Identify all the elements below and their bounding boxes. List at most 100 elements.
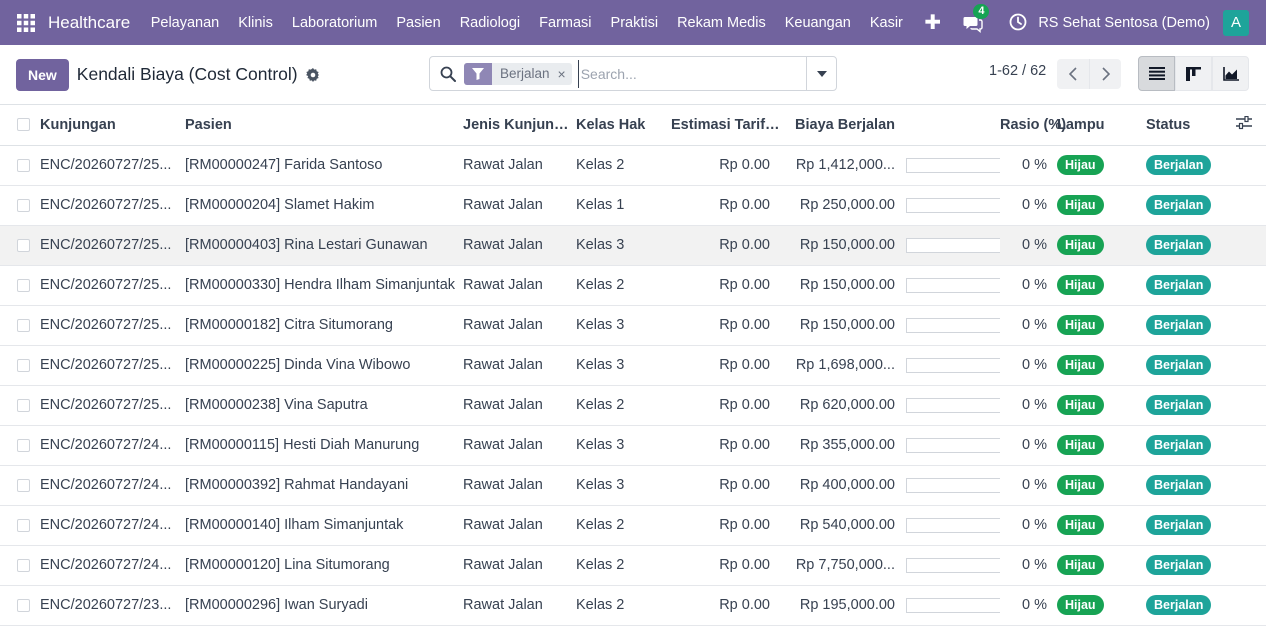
cell-progress <box>897 225 1000 266</box>
user-avatar[interactable]: A <box>1223 9 1249 36</box>
search-input[interactable] <box>577 59 806 88</box>
header-biaya-berjalan[interactable]: Biaya Berjalan <box>780 105 897 146</box>
clock-icon[interactable] <box>1009 13 1029 33</box>
gear-icon[interactable] <box>305 67 320 82</box>
menu-item-pelayanan[interactable]: Pelayanan <box>141 15 229 31</box>
cell-estimasi-tarif: Rp 0.00 <box>665 265 780 306</box>
chevron-down-icon[interactable] <box>806 57 836 90</box>
apps-grid-icon[interactable] <box>12 9 40 37</box>
menu-item-farmasi[interactable]: Farmasi <box>530 15 601 31</box>
select-all-checkbox[interactable] <box>0 105 40 146</box>
cell-kelas-hak: Kelas 2 <box>576 385 665 426</box>
chat-count-badge: 4 <box>973 3 990 19</box>
row-checkbox[interactable] <box>0 425 40 466</box>
cell-estimasi-tarif: Rp 0.00 <box>665 465 780 506</box>
chevron-left-icon[interactable] <box>1057 59 1089 89</box>
table-row[interactable]: ENC/20260727/25... [RM00000247] Farida Sa… <box>0 145 1266 186</box>
row-checkbox[interactable] <box>0 305 40 346</box>
menu-item-keuangan[interactable]: Keuangan <box>775 15 860 31</box>
progress-bar <box>906 357 1000 373</box>
status-badge: Berjalan <box>1146 315 1212 335</box>
cell-jenis-kunjungan: Rawat Jalan <box>463 265 576 306</box>
cell-kunjungan: ENC/20260727/25... <box>40 385 185 426</box>
control-panel: New Kendali Biaya (Cost Control) Berjala… <box>0 45 1266 105</box>
cell-estimasi-tarif: Rp 0.00 <box>665 185 780 226</box>
row-checkbox[interactable] <box>0 145 40 186</box>
header-rasio[interactable]: Rasio (%) <box>1000 105 1066 146</box>
pager-value[interactable]: 1-62 / 62 <box>989 63 1046 79</box>
header-kunjungan[interactable]: Kunjungan <box>40 105 185 146</box>
cell-progress <box>897 425 1000 466</box>
header-estimasi-tarif[interactable]: Estimasi Tarif INA-CBG <box>665 105 780 146</box>
company-switcher[interactable]: RS Sehat Sentosa (Demo) <box>1038 15 1210 31</box>
header-kelas-hak[interactable]: Kelas Hak <box>576 105 665 146</box>
list-view-icon[interactable] <box>1138 56 1175 91</box>
cell-lampu: Hijau <box>1057 265 1146 306</box>
table-row[interactable]: ENC/20260727/24... [RM00000115] Hesti Dia… <box>0 425 1266 466</box>
cell-lampu: Hijau <box>1057 465 1146 506</box>
row-checkbox[interactable] <box>0 505 40 546</box>
cell-kunjungan: ENC/20260727/23... <box>40 585 185 626</box>
new-button[interactable]: New <box>16 58 69 91</box>
cell-status: Berjalan <box>1146 185 1236 226</box>
table-header-row: Kunjungan Pasien Jenis Kunjungan Kelas H… <box>0 105 1266 146</box>
menu-item-kasir[interactable]: Kasir <box>860 15 912 31</box>
cell-jenis-kunjungan: Rawat Jalan <box>463 145 576 186</box>
menu-item-klinis[interactable]: Klinis <box>229 15 283 31</box>
kanban-view-icon[interactable] <box>1175 56 1212 91</box>
table-row[interactable]: ENC/20260727/23... [RM00000296] Iwan Sury… <box>0 585 1266 626</box>
cell-kunjungan: ENC/20260727/25... <box>40 265 185 306</box>
table-row[interactable]: ENC/20260727/24... [RM00000392] Rahmat Ha… <box>0 465 1266 506</box>
header-lampu[interactable]: Lampu <box>1057 105 1146 146</box>
chevron-right-icon[interactable] <box>1089 59 1121 89</box>
cell-kunjungan: ENC/20260727/24... <box>40 465 185 506</box>
app-brand[interactable]: Healthcare <box>48 13 130 33</box>
close-icon[interactable]: × <box>558 66 572 82</box>
lampu-badge: Hijau <box>1057 595 1104 615</box>
cell-biaya-berjalan: Rp 620,000.00 <box>780 385 897 426</box>
cell-lampu: Hijau <box>1057 185 1146 226</box>
row-checkbox[interactable] <box>0 265 40 306</box>
row-checkbox[interactable] <box>0 545 40 586</box>
cell-rasio: 0 % <box>1000 465 1057 506</box>
cell-estimasi-tarif: Rp 0.00 <box>665 305 780 346</box>
table-row[interactable]: ENC/20260727/24... [RM00000140] Ilham Sim… <box>0 505 1266 546</box>
menu-item-praktisi[interactable]: Praktisi <box>601 15 668 31</box>
table-row[interactable]: ENC/20260727/25... [RM00000225] Dinda Vin… <box>0 345 1266 386</box>
plus-icon[interactable]: ✚ <box>914 10 951 35</box>
table-row[interactable]: ENC/20260727/24... [RM00000120] Lina Situ… <box>0 545 1266 586</box>
cell-status: Berjalan <box>1146 505 1236 546</box>
cell-jenis-kunjungan: Rawat Jalan <box>463 425 576 466</box>
cell-progress <box>897 305 1000 346</box>
row-checkbox[interactable] <box>0 585 40 626</box>
filter-facet[interactable]: Berjalan × <box>464 62 572 85</box>
menu-item-rekam-medis[interactable]: Rekam Medis <box>668 15 776 31</box>
row-checkbox[interactable] <box>0 345 40 386</box>
cell-status: Berjalan <box>1146 385 1236 426</box>
table-row[interactable]: ENC/20260727/25... [RM00000238] Vina Sapu… <box>0 385 1266 426</box>
cell-empty <box>1236 585 1266 626</box>
menu-item-radiologi[interactable]: Radiologi <box>450 15 529 31</box>
status-badge: Berjalan <box>1146 475 1212 495</box>
menu-item-laboratorium[interactable]: Laboratorium <box>282 15 386 31</box>
header-status[interactable]: Status <box>1146 105 1236 146</box>
table-row[interactable]: ENC/20260727/25... [RM00000204] Slamet Ha… <box>0 185 1266 226</box>
row-checkbox[interactable] <box>0 225 40 266</box>
cell-kunjungan: ENC/20260727/25... <box>40 225 185 266</box>
cell-jenis-kunjungan: Rawat Jalan <box>463 505 576 546</box>
cell-pasien: [RM00000204] Slamet Hakim <box>185 185 463 226</box>
chat-icon[interactable]: 4 <box>963 3 990 35</box>
row-checkbox[interactable] <box>0 465 40 506</box>
table-row[interactable]: ENC/20260727/25... [RM00000182] Citra Sit… <box>0 305 1266 346</box>
header-pasien[interactable]: Pasien <box>185 105 463 146</box>
header-jenis-kunjungan[interactable]: Jenis Kunjungan <box>463 105 576 146</box>
search-box: Berjalan × <box>429 56 837 91</box>
cell-rasio: 0 % <box>1000 425 1057 466</box>
column-settings-icon[interactable] <box>1236 105 1266 146</box>
row-checkbox[interactable] <box>0 185 40 226</box>
graph-view-icon[interactable] <box>1212 56 1249 91</box>
table-row[interactable]: ENC/20260727/25... [RM00000403] Rina Lest… <box>0 225 1266 266</box>
menu-item-pasien[interactable]: Pasien <box>387 15 450 31</box>
table-row[interactable]: ENC/20260727/25... [RM00000330] Hendra Il… <box>0 265 1266 306</box>
row-checkbox[interactable] <box>0 385 40 426</box>
